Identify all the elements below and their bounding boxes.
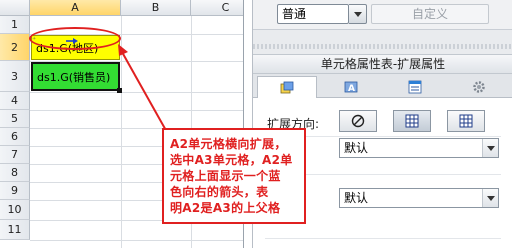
gridline [30, 110, 243, 111]
callout-line-4: 色向右的箭头，表 [170, 185, 269, 199]
callout-line-1: A2单元格横向扩展， [170, 137, 287, 151]
svg-text:A: A [348, 84, 355, 94]
callout-line-2: 选中A3单元格，A2单 [170, 153, 293, 167]
row-header-11[interactable]: 11 [0, 220, 30, 240]
row-header-5[interactable]: 5 [0, 110, 30, 128]
parent-cell-select-2[interactable]: 默认 [339, 188, 499, 208]
gear-icon [473, 81, 485, 93]
tab-cell-format[interactable] [257, 76, 317, 98]
divider [265, 238, 501, 239]
annotation-callout: A2单元格横向扩展， 选中A3单元格，A2单 元格上面显示一个蓝 色向右的箭头，… [162, 128, 306, 224]
tab-cell-properties[interactable] [385, 76, 445, 98]
text-style-icon: A [344, 81, 358, 94]
column-header-a[interactable]: A [30, 0, 121, 16]
custom-format-button[interactable]: 自定义 [371, 4, 489, 24]
vertical-expand-icon [405, 114, 419, 128]
row-header-7[interactable]: 7 [0, 146, 30, 164]
select-all-corner[interactable] [0, 0, 30, 16]
parent-cell-select-2-value: 默认 [344, 191, 369, 205]
row-header-2[interactable]: 2 [0, 34, 30, 61]
tab-text-style[interactable]: A [321, 76, 381, 98]
row-header-8[interactable]: 8 [0, 164, 30, 182]
cell-a3-text: ds1.G(销售员) [37, 70, 111, 84]
fill-handle[interactable] [117, 88, 122, 93]
callout-line-3: 元格上面显示一个蓝 [170, 169, 281, 183]
tab-settings[interactable] [449, 76, 509, 98]
column-header-b[interactable]: B [121, 0, 191, 16]
callout-line-5: 明A2是A3的上父格 [170, 201, 281, 215]
panel-title: 单元格属性表-扩展属性 [253, 54, 512, 74]
row-header-4[interactable]: 4 [0, 92, 30, 110]
chevron-down-icon[interactable] [482, 139, 498, 157]
gridline [30, 92, 243, 93]
parent-cell-select-1[interactable]: 默认 [339, 138, 499, 158]
parent-cell-select-1-value: 默认 [344, 141, 369, 155]
format-combo[interactable]: 普通 [277, 4, 349, 24]
horizontal-expand-button[interactable] [447, 110, 485, 132]
format-toolbar: 普通 自定义 [253, 0, 512, 30]
cell-a3-selected[interactable]: ds1.G(销售员) [31, 62, 120, 91]
row-header-10[interactable]: 10 [0, 200, 30, 220]
no-expand-button[interactable] [339, 110, 377, 132]
horizontal-expand-icon [459, 114, 473, 128]
format-combo-dropdown-button[interactable] [349, 4, 367, 24]
row-header-3[interactable]: 3 [0, 61, 30, 92]
row-header-1[interactable]: 1 [0, 16, 30, 34]
gridline [30, 240, 243, 241]
cell-properties-icon [408, 80, 422, 94]
cell-format-icon [280, 81, 294, 93]
gridline [121, 16, 122, 248]
row-header-9[interactable]: 9 [0, 182, 30, 200]
row-header-6[interactable]: 6 [0, 128, 30, 146]
property-tabs: A [253, 74, 512, 98]
column-header-c[interactable]: C [191, 0, 243, 16]
chevron-down-icon[interactable] [482, 189, 498, 207]
no-expand-icon [351, 114, 365, 128]
highlight-ellipse [29, 27, 121, 50]
panel-splitter[interactable] [253, 44, 512, 49]
vertical-expand-button[interactable] [393, 110, 431, 132]
